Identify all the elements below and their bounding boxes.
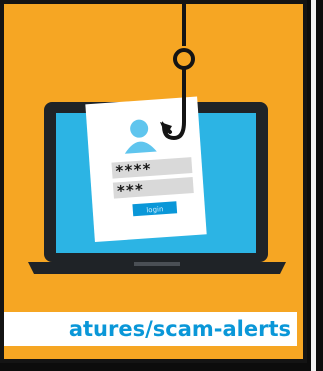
password-text-2: *** bbox=[116, 181, 144, 201]
login-button-label: login bbox=[146, 205, 164, 214]
url-banner: atures/scam-alerts bbox=[4, 312, 297, 346]
password-text-1: **** bbox=[114, 160, 151, 180]
phishing-illustration: **** *** login bbox=[28, 4, 286, 274]
hook-eye bbox=[173, 48, 195, 70]
illustration-panel: **** *** login atures/scam-alerts bbox=[0, 0, 307, 363]
url-banner-text: atures/scam-alerts bbox=[68, 317, 291, 341]
laptop-notch bbox=[134, 262, 180, 266]
right-edge-light bbox=[311, 0, 316, 371]
login-card: **** *** login bbox=[85, 96, 207, 243]
bottom-edge bbox=[0, 363, 307, 371]
